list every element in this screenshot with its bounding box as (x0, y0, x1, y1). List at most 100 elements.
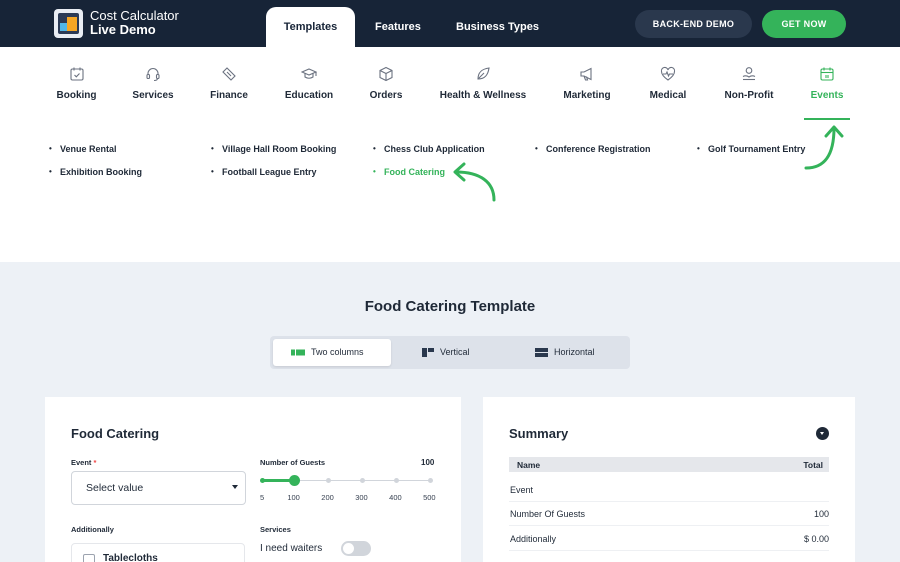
brand-line1: Cost Calculator (90, 8, 179, 23)
category-booking[interactable]: Booking (50, 66, 103, 120)
tab-features[interactable]: Features (375, 21, 421, 33)
slider-tick-label: 500 (423, 493, 436, 502)
leaf-icon (477, 67, 490, 80)
calculator-form-card: Food Catering Event * Select value Numbe… (45, 397, 461, 562)
slider-step-dot (359, 478, 365, 483)
slider-tick-label: 400 (389, 493, 402, 502)
guests-slider[interactable]: 5 100 200 300 400 500 (259, 474, 436, 514)
slider-step-dot (325, 478, 331, 483)
summary-row: Additionally $ 0.00 (509, 527, 829, 551)
category-label: Orders (369, 90, 403, 101)
summary-table-header: Name Total (509, 457, 829, 472)
template-link-venue-rental[interactable]: Venue Rental (49, 144, 116, 154)
layout-vertical[interactable]: Vertical (408, 339, 508, 366)
headset-icon (146, 68, 160, 82)
category-label: Finance (210, 90, 248, 101)
slider-tick-label: 200 (321, 493, 334, 502)
slider-step-dot (259, 478, 265, 483)
guests-label: Number of Guests (260, 458, 326, 467)
calendar-check-icon (69, 67, 84, 81)
category-label: Health & Wellness (439, 90, 527, 101)
tab-business-types[interactable]: Business Types (456, 21, 539, 33)
toggle-knob (343, 543, 354, 554)
layout-label: Two columns (311, 347, 364, 357)
layout-two-columns[interactable]: Two columns (273, 339, 391, 366)
heart-pulse-icon (660, 66, 676, 81)
logo-shape (60, 23, 67, 31)
layout-horizontal[interactable]: Horizontal (522, 339, 622, 366)
caret-down-icon (232, 485, 238, 489)
layout-label: Vertical (440, 347, 470, 357)
template-link-village-hall[interactable]: Village Hall Room Booking (211, 144, 336, 154)
backend-demo-button[interactable]: BACK-END DEMO (635, 10, 752, 38)
event-select-value: Select value (86, 482, 144, 494)
event-label-text: Event (71, 458, 92, 467)
category-label: Services (132, 90, 174, 101)
category-label: Marketing (563, 90, 611, 101)
graduation-cap-icon (301, 68, 317, 79)
summary-row: Number Of Guests 100 (509, 502, 829, 526)
template-title: Food Catering Template (364, 298, 536, 315)
category-finance[interactable]: Finance (203, 66, 255, 120)
tablecloths-option[interactable]: Tablecloths (71, 543, 245, 562)
row-name: Additionally (510, 534, 557, 544)
tablecloths-checkbox[interactable] (83, 554, 95, 562)
category-label: Education (284, 90, 334, 101)
collapse-toggle-icon[interactable] (816, 427, 829, 440)
category-orders[interactable]: Orders (363, 66, 409, 120)
template-link-chess-club[interactable]: Chess Club Application (373, 144, 485, 154)
event-select[interactable]: Select value (71, 471, 246, 505)
slider-step-dot (427, 478, 433, 483)
waiters-toggle[interactable] (341, 541, 371, 556)
app-logo[interactable] (54, 9, 83, 38)
col-name: Name (517, 460, 541, 470)
megaphone-icon (580, 67, 592, 81)
slider-step-dot (393, 478, 399, 483)
category-label: Booking (56, 90, 97, 101)
category-marketing[interactable]: Marketing (559, 66, 615, 120)
category-education[interactable]: Education (279, 66, 339, 120)
template-link-conference[interactable]: Conference Registration (535, 144, 650, 154)
get-now-button[interactable]: GET NOW (762, 10, 846, 38)
slider-thumb[interactable] (288, 475, 300, 486)
category-label: Events (810, 90, 844, 101)
template-link-football[interactable]: Football League Entry (211, 167, 316, 177)
required-mark: * (93, 458, 97, 467)
services-label: Services (260, 525, 291, 534)
category-health-wellness[interactable]: Health & Wellness (436, 66, 530, 120)
summary-title: Summary (509, 426, 569, 441)
template-link-exhibition[interactable]: Exhibition Booking (49, 167, 142, 177)
template-link-food-catering[interactable]: Food Catering (373, 167, 445, 177)
guests-value: 100 (421, 458, 435, 467)
event-label: Event * (71, 458, 96, 467)
category-services[interactable]: Services (126, 66, 180, 120)
col-total: Total (803, 460, 823, 470)
template-link-golf[interactable]: Golf Tournament Entry (697, 144, 805, 154)
summary-card: Summary Name Total Event Number Of Guest… (483, 397, 855, 562)
slider-tick-label: 5 (260, 493, 265, 502)
box-icon (379, 66, 393, 82)
logo-shape (67, 17, 77, 31)
category-label: Medical (649, 90, 687, 101)
brand-line2: Live Demo (90, 22, 156, 37)
slider-tick-label: 100 (287, 493, 300, 502)
row-name: Event (510, 485, 534, 495)
additionally-label: Additionally (71, 525, 114, 534)
category-events[interactable]: Events (804, 66, 850, 120)
category-medical[interactable]: Medical (644, 66, 692, 120)
row-name: Number Of Guests (510, 509, 586, 519)
row-value: $ 0.00 (803, 534, 829, 544)
vertical-layout-icon (422, 348, 434, 357)
curved-arrow-icon (453, 162, 496, 202)
calendar-icon (820, 67, 834, 81)
slider-tick-label: 300 (355, 493, 368, 502)
summary-row: Event (509, 478, 829, 502)
toggle-label: I need waiters (260, 543, 323, 554)
category-non-profit[interactable]: Non-Profit (719, 66, 779, 120)
layout-label: Horizontal (554, 347, 595, 357)
curved-arrow-icon (804, 125, 844, 170)
ticket-icon (222, 67, 236, 81)
row-value: 100 (813, 509, 829, 519)
tab-templates[interactable]: Templates (266, 7, 355, 47)
brand-name[interactable]: Cost Calculator Live Demo (90, 9, 179, 37)
